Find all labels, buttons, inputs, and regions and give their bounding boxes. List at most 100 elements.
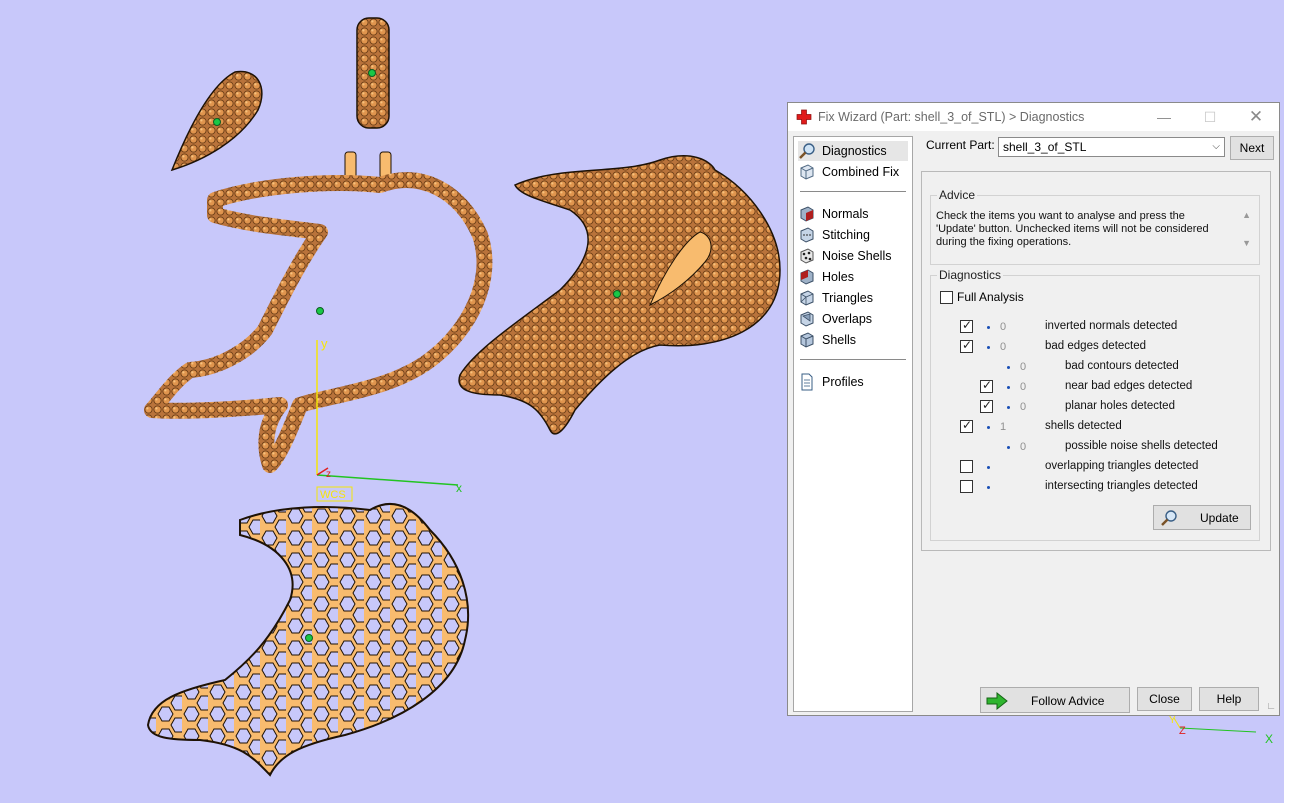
near-bad-edges-label: near bad edges detected <box>1065 380 1193 392</box>
noise-shells-count: 0 <box>1020 441 1027 453</box>
part-outline-frame <box>144 172 493 473</box>
intersecting-triangles-label: intersecting triangles detected <box>1045 480 1198 492</box>
dialog-title: Fix Wizard (Part: shell_3_of_STL) > Diag… <box>818 110 1085 124</box>
nav-label-overlaps: Overlaps <box>822 312 873 326</box>
status-dot <box>1007 406 1010 409</box>
red-cross-icon <box>796 109 812 125</box>
nav-label-combined-fix: Combined Fix <box>822 165 900 179</box>
magnifier-icon <box>1161 510 1177 526</box>
current-part-value: shell_3_of_STL <box>1003 140 1087 154</box>
stitching-icon <box>800 227 814 243</box>
status-dot <box>1007 446 1010 449</box>
mini-x-axis-line <box>1179 727 1257 733</box>
triangles-icon <box>800 290 814 306</box>
part-center-marker <box>213 118 221 126</box>
dialog-titlebar[interactable]: Fix Wizard (Part: shell_3_of_STL) > Diag… <box>788 103 1279 131</box>
window-close-icon[interactable]: ✕ <box>1233 103 1279 131</box>
green-arrow-icon <box>986 691 1008 711</box>
part-center-marker <box>305 634 313 642</box>
follow-advice-label: Follow Advice <box>1031 694 1105 708</box>
resize-grip-icon[interactable]: ∟ <box>1266 701 1276 712</box>
current-part-label: Current Part: <box>926 138 995 152</box>
update-button[interactable]: Update <box>1153 505 1251 530</box>
planar-holes-checkbox[interactable] <box>980 398 993 413</box>
profiles-document-icon <box>801 373 813 391</box>
viewport-edge <box>1284 0 1290 803</box>
diagnostics-group: Diagnostics Full Analysis 0 inverted nor… <box>930 268 1260 541</box>
advice-text: Check the items you want to analyse and … <box>936 210 1209 248</box>
full-analysis-label: Full Analysis <box>957 290 1024 304</box>
bad-edges-checkbox[interactable] <box>960 338 973 353</box>
status-dot <box>987 486 990 489</box>
inverted-normals-checkbox[interactable] <box>960 318 973 333</box>
bad-contours-label: bad contours detected <box>1065 360 1179 372</box>
noise-shells-label: possible noise shells detected <box>1065 440 1218 452</box>
nav-separator <box>800 359 906 360</box>
nav-item-diagnostics[interactable]: Diagnostics <box>798 141 908 161</box>
mini-y-axis-label: Y <box>1169 715 1176 726</box>
holes-icon <box>800 269 814 285</box>
shells-icon <box>800 332 814 348</box>
nav-item-normals[interactable]: Normals <box>798 204 869 224</box>
fix-wizard-nav: Diagnostics Combined Fix Normals Stitchi… <box>793 136 913 712</box>
nav-item-shells[interactable]: Shells <box>798 330 856 350</box>
nav-item-overlaps[interactable]: Overlaps <box>798 309 872 329</box>
y-axis-label: y <box>321 336 328 351</box>
nav-item-holes[interactable]: Holes <box>798 267 854 287</box>
bad-edges-count: 0 <box>1000 341 1007 353</box>
chevron-down-icon: ⌵ <box>1212 141 1220 152</box>
nav-item-triangles[interactable]: Triangles <box>798 288 873 308</box>
scroll-down-icon[interactable]: ▼ <box>1242 238 1251 248</box>
near-bad-edges-count: 0 <box>1020 381 1027 393</box>
scroll-up-icon[interactable]: ▲ <box>1242 210 1251 220</box>
bad-edges-label: bad edges detected <box>1045 340 1147 352</box>
shells-checkbox[interactable] <box>960 418 973 433</box>
mini-z-axis-label: Z <box>1179 725 1186 737</box>
inverted-normals-label: inverted normals detected <box>1045 320 1178 332</box>
status-dot <box>1007 366 1010 369</box>
advice-group: Advice Check the items you want to analy… <box>930 188 1260 265</box>
part-bail-left <box>344 151 357 179</box>
part-center-marker <box>368 69 376 77</box>
window-minimize-icon[interactable]: — <box>1141 103 1187 131</box>
status-dot <box>987 426 990 429</box>
overlapping-triangles-label: overlapping triangles detected <box>1045 460 1199 472</box>
overlapping-triangles-checkbox[interactable] <box>960 460 973 473</box>
x-axis-line <box>316 474 459 486</box>
near-bad-edges-checkbox[interactable] <box>980 378 993 393</box>
nav-item-profiles[interactable]: Profiles <box>798 372 864 392</box>
close-button[interactable]: Close <box>1137 687 1192 711</box>
nav-item-noise-shells[interactable]: Noise Shells <box>798 246 891 266</box>
nav-separator <box>800 191 906 192</box>
planar-holes-count: 0 <box>1020 401 1027 413</box>
magnifier-icon <box>799 143 815 159</box>
nav-label-triangles: Triangles <box>822 291 873 305</box>
nav-item-stitching[interactable]: Stitching <box>798 225 870 245</box>
advice-title: Advice <box>937 188 978 202</box>
next-button[interactable]: Next <box>1230 136 1274 160</box>
intersecting-triangles-checkbox[interactable] <box>960 480 973 493</box>
nav-label-holes: Holes <box>822 270 854 284</box>
shells-count: 1 <box>1000 421 1007 433</box>
noise-shells-icon <box>800 248 814 264</box>
nav-label-normals: Normals <box>822 207 869 221</box>
fix-wizard-dialog: Fix Wizard (Part: shell_3_of_STL) > Diag… <box>787 102 1280 716</box>
mini-x-axis-label: X <box>1265 732 1273 746</box>
current-part-select[interactable]: shell_3_of_STL ⌵ <box>998 137 1225 157</box>
wcs-label: WCS <box>320 489 346 501</box>
nav-label-diagnostics: Diagnostics <box>822 144 887 158</box>
nav-item-combined-fix[interactable]: Combined Fix <box>798 162 899 182</box>
help-button[interactable]: Help <box>1199 687 1259 711</box>
status-dot <box>987 346 990 349</box>
part-center-marker <box>316 307 324 315</box>
z-axis-label: z <box>326 469 331 480</box>
nav-label-stitching: Stitching <box>822 228 870 242</box>
window-maximize-icon[interactable]: ☐ <box>1187 103 1233 131</box>
follow-advice-button[interactable]: Follow Advice <box>980 687 1130 713</box>
bad-contours-count: 0 <box>1020 361 1027 373</box>
planar-holes-label: planar holes detected <box>1065 400 1175 412</box>
normals-icon <box>800 206 814 222</box>
nav-label-shells: Shells <box>822 333 857 347</box>
combined-fix-icon <box>800 164 814 180</box>
full-analysis-checkbox[interactable] <box>940 291 953 304</box>
